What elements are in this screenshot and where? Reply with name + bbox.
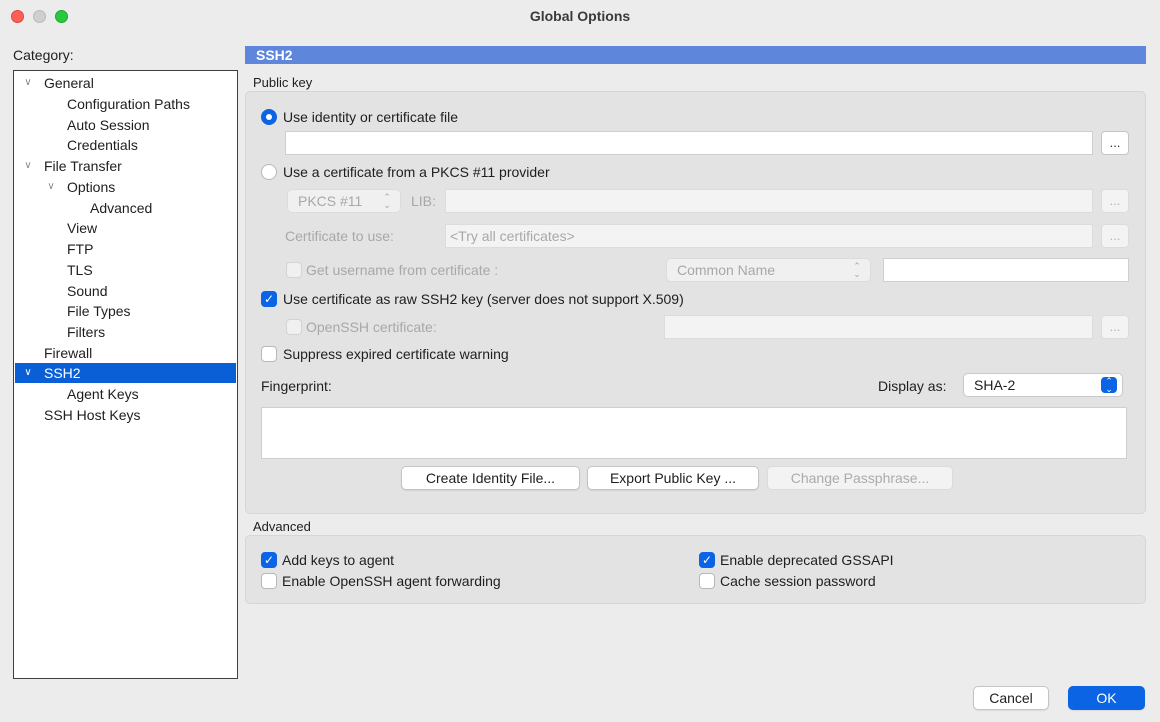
tree-item-credentials[interactable]: Credentials	[15, 135, 236, 155]
tree-item-firewall[interactable]: Firewall	[15, 343, 236, 363]
check-icon: ✓	[263, 553, 275, 567]
fingerprint-field[interactable]	[261, 407, 1127, 459]
ok-button[interactable]: OK	[1068, 686, 1145, 710]
openssh-cert-label[interactable]: OpenSSH certificate:	[306, 318, 437, 336]
tree-item-label: View	[67, 220, 98, 236]
cancel-button[interactable]: Cancel	[973, 686, 1049, 710]
lib-input[interactable]	[445, 189, 1093, 213]
tree-item-label: SSH2	[44, 365, 81, 381]
tree-item-label: Auto Session	[67, 117, 150, 133]
check-icon: ✓	[263, 292, 275, 306]
tree-item-label: File Types	[67, 303, 131, 319]
tree-item-label: Advanced	[90, 200, 153, 216]
tree-item-file-types[interactable]: File Types	[15, 301, 236, 321]
check-icon: ✓	[701, 553, 713, 567]
enable-gssapi-label[interactable]: Enable deprecated GSSAPI	[720, 551, 894, 569]
browse-lib-button[interactable]: ...	[1101, 189, 1129, 213]
up-down-arrows-icon: ⌃ ⌄	[1101, 377, 1117, 394]
openssh-cert-input[interactable]	[664, 315, 1093, 339]
use-identity-radio[interactable]	[261, 109, 277, 125]
use-pkcs-radio[interactable]	[261, 164, 277, 180]
tree-item-ssh-host-keys[interactable]: SSH Host Keys	[15, 405, 236, 425]
advanced-group-label: Advanced	[253, 519, 311, 534]
display-as-select[interactable]: SHA-2 ⌃ ⌄	[963, 373, 1123, 397]
title-bar: Global Options	[0, 0, 1160, 34]
tree-item-label: Agent Keys	[67, 386, 139, 402]
tree-item-label: Options	[67, 179, 116, 195]
tree-item-label: Credentials	[67, 137, 138, 153]
tree-item-label: Sound	[67, 283, 108, 299]
advanced-group	[245, 535, 1146, 604]
tree-item-label: Filters	[67, 324, 106, 340]
tree-item-label: SSH Host Keys	[44, 407, 141, 423]
category-label: Category:	[13, 47, 74, 63]
category-tree[interactable]: ∨ General Configuration Paths Auto Sessi…	[13, 70, 238, 679]
tree-item-label: Configuration Paths	[67, 96, 190, 112]
suppress-warning-label[interactable]: Suppress expired certificate warning	[283, 345, 509, 363]
tree-item-label: General	[44, 75, 94, 91]
tree-item-sound[interactable]: Sound	[15, 281, 236, 301]
pkcs-select-value: PKCS #11	[298, 193, 363, 209]
get-username-checkbox[interactable]	[286, 262, 302, 278]
global-options-window: Global Options Category: ∨ General Confi…	[0, 0, 1160, 722]
cache-password-checkbox[interactable]	[699, 573, 715, 589]
suppress-warning-checkbox[interactable]	[261, 346, 277, 362]
create-identity-button[interactable]: Create Identity File...	[401, 466, 580, 490]
chevron-down-icon[interactable]: ∨	[21, 363, 35, 383]
tree-item-ftp[interactable]: FTP	[15, 239, 236, 259]
display-as-label: Display as:	[878, 378, 947, 394]
chevron-down-icon[interactable]: ∨	[21, 73, 35, 93]
use-identity-label[interactable]: Use identity or certificate file	[283, 108, 458, 126]
use-pkcs-label[interactable]: Use a certificate from a PKCS #11 provid…	[283, 163, 550, 181]
cert-to-use-label: Certificate to use:	[285, 228, 394, 244]
pkcs-select[interactable]: PKCS #11 ⌃ ⌄	[287, 189, 401, 213]
export-public-key-button[interactable]: Export Public Key ...	[587, 466, 759, 490]
tree-item-options[interactable]: ∨ Options	[15, 177, 236, 197]
display-as-select-value: SHA-2	[974, 377, 1016, 393]
up-down-arrows-icon: ⌃ ⌄	[853, 261, 861, 279]
public-key-group-label: Public key	[253, 75, 313, 90]
tree-item-tls[interactable]: TLS	[15, 260, 236, 280]
tree-item-label: FTP	[67, 241, 94, 257]
section-header: SSH2	[245, 46, 1146, 64]
cert-to-use-input[interactable]: <Try all certificates>	[445, 224, 1093, 248]
tree-item-filters[interactable]: Filters	[15, 322, 236, 342]
browse-cert-button[interactable]: ...	[1101, 224, 1129, 248]
common-name-select[interactable]: Common Name ⌃ ⌄	[666, 258, 871, 282]
tree-item-configuration-paths[interactable]: Configuration Paths	[15, 94, 236, 114]
enable-forwarding-checkbox[interactable]	[261, 573, 277, 589]
raw-ssh2-label[interactable]: Use certificate as raw SSH2 key (server …	[283, 290, 684, 308]
add-keys-checkbox[interactable]: ✓	[261, 552, 277, 568]
up-down-arrows-icon: ⌃ ⌄	[383, 192, 391, 210]
browse-identity-button[interactable]: ...	[1101, 131, 1129, 155]
enable-gssapi-checkbox[interactable]: ✓	[699, 552, 715, 568]
chevron-down-icon[interactable]: ∨	[21, 156, 35, 176]
tree-item-file-transfer[interactable]: ∨ File Transfer	[15, 156, 236, 176]
tree-item-view[interactable]: View	[15, 218, 236, 238]
change-passphrase-button[interactable]: Change Passphrase...	[767, 466, 953, 490]
tree-item-auto-session[interactable]: Auto Session	[15, 115, 236, 135]
tree-item-ssh2[interactable]: ∨ SSH2	[15, 363, 236, 383]
tree-item-advanced[interactable]: Advanced	[15, 198, 236, 218]
cache-password-label[interactable]: Cache session password	[720, 572, 876, 590]
browse-openssh-button[interactable]: ...	[1101, 315, 1129, 339]
tree-item-agent-keys[interactable]: Agent Keys	[15, 384, 236, 404]
username-input[interactable]	[883, 258, 1129, 282]
tree-item-label: File Transfer	[44, 158, 122, 174]
add-keys-label[interactable]: Add keys to agent	[282, 551, 394, 569]
enable-forwarding-label[interactable]: Enable OpenSSH agent forwarding	[282, 572, 501, 590]
raw-ssh2-checkbox[interactable]: ✓	[261, 291, 277, 307]
identity-file-input[interactable]	[285, 131, 1093, 155]
window-title: Global Options	[529, 8, 631, 24]
tree-item-label: TLS	[67, 262, 93, 278]
get-username-label[interactable]: Get username from certificate :	[306, 261, 498, 279]
common-name-select-value: Common Name	[677, 262, 776, 278]
tree-item-label: Firewall	[44, 345, 93, 361]
chevron-down-icon[interactable]: ∨	[44, 177, 58, 197]
tree-item-general[interactable]: ∨ General	[15, 73, 236, 93]
fingerprint-label: Fingerprint:	[261, 378, 332, 394]
openssh-cert-checkbox[interactable]	[286, 319, 302, 335]
lib-label: LIB:	[411, 193, 436, 209]
